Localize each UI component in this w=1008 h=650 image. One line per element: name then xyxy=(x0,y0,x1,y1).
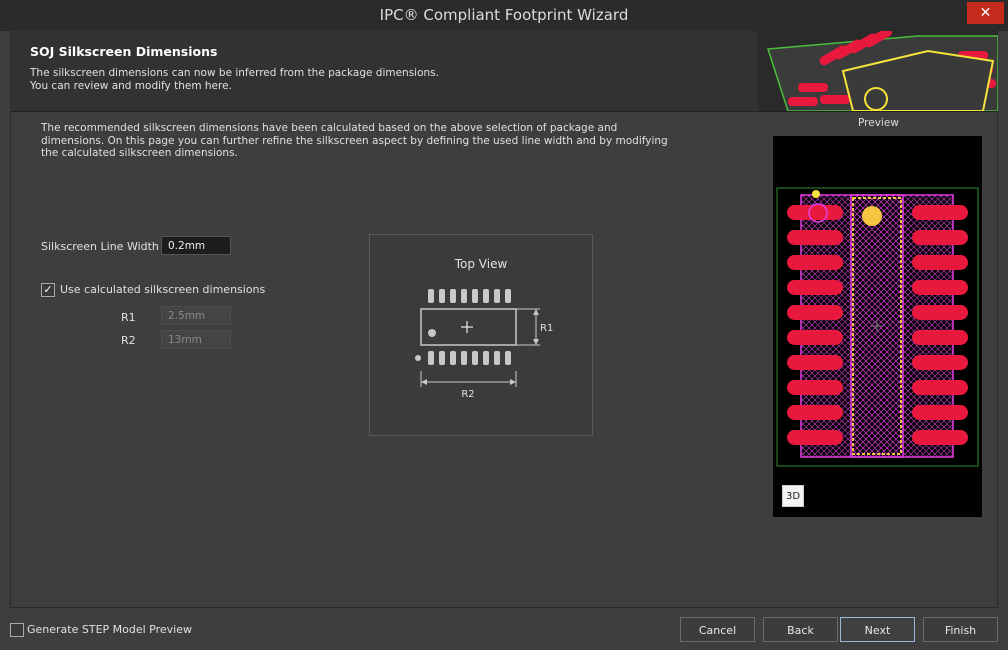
line-width-label: Silkscreen Line Width xyxy=(41,240,159,253)
r2-label: R2 xyxy=(121,334,136,347)
header-description-line-2: You can review and modify them here. xyxy=(30,80,232,92)
footprint-preview[interactable] xyxy=(773,136,982,517)
top-view-diagram: Top View R1 R2 xyxy=(369,234,593,436)
bottom-pin-row xyxy=(428,351,511,365)
page-header: SOJ Silkscreen Dimensions The silkscreen… xyxy=(10,31,998,112)
header-footprint-illustration xyxy=(758,31,998,111)
top-pin-row xyxy=(428,289,511,303)
content-frame-right xyxy=(997,111,998,608)
close-button[interactable]: ✕ xyxy=(967,2,1004,24)
cancel-button[interactable]: Cancel xyxy=(680,617,755,642)
use-calculated-label: Use calculated silkscreen dimensions xyxy=(60,283,266,296)
r2-dimension-label: R2 xyxy=(461,389,474,400)
intro-text: The recommended silkscreen dimensions ha… xyxy=(41,122,668,159)
r1-dimension-label: R1 xyxy=(540,323,553,334)
generate-step-label: Generate STEP Model Preview xyxy=(27,623,192,636)
title-bar: IPC® Compliant Footprint Wizard ✕ xyxy=(0,0,1008,31)
pin1-marker xyxy=(428,329,436,337)
back-button[interactable]: Back xyxy=(763,617,838,642)
r1-input[interactable]: 2.5mm xyxy=(161,306,231,325)
generate-step-checkbox[interactable] xyxy=(10,623,24,637)
footprint-preview-canvas xyxy=(776,187,979,467)
page-title: SOJ Silkscreen Dimensions xyxy=(30,44,218,59)
content-frame-left xyxy=(10,111,11,608)
top-view-drawing: Top View R1 R2 xyxy=(415,257,553,400)
line-width-input[interactable]: 0.2mm xyxy=(161,236,231,255)
3d-view-button[interactable]: 3D xyxy=(782,485,804,507)
preview-label: Preview xyxy=(858,117,899,129)
header-description-line-1: The silkscreen dimensions can now be inf… xyxy=(30,67,439,79)
finish-button[interactable]: Finish xyxy=(923,617,998,642)
r1-label: R1 xyxy=(121,311,136,324)
content-frame-bottom xyxy=(10,607,998,608)
use-calculated-checkbox[interactable]: ✓ xyxy=(41,283,55,297)
r2-input[interactable]: 13mm xyxy=(161,330,231,349)
window-title: IPC® Compliant Footprint Wizard xyxy=(379,6,629,24)
top-view-title: Top View xyxy=(454,257,508,271)
next-button[interactable]: Next xyxy=(840,617,915,642)
